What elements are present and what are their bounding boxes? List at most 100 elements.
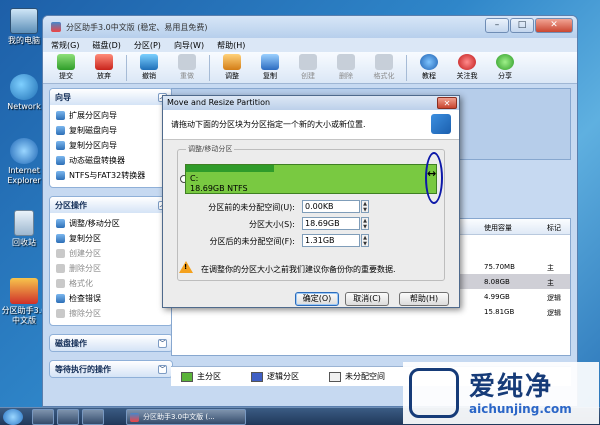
sidebar-item-label: 动态磁盘转换器	[69, 156, 125, 165]
redo-label: 重做	[180, 72, 194, 80]
copy-button[interactable]: 复制	[251, 54, 289, 81]
sidebar-item-ntfs-fat32[interactable]: NTFS与FAT32转换器	[56, 168, 166, 183]
menu-wizard[interactable]: 向导(W)	[174, 40, 204, 51]
maximize-button[interactable]: □	[510, 18, 534, 33]
disk-ops-panel-header[interactable]: 磁盘操作 ﹀	[50, 335, 172, 351]
cell-status: 系统	[577, 278, 578, 298]
taskbar-explorer-button[interactable]	[57, 409, 79, 425]
help-button[interactable]: 帮助(H)	[399, 292, 449, 306]
menu-partition[interactable]: 分区(P)	[134, 40, 161, 51]
column-header-used[interactable]: 使用容量	[484, 223, 512, 233]
sidebar-item-extend-wizard[interactable]: 扩展分区向导	[56, 108, 166, 123]
column-header-status[interactable]: 状态	[577, 223, 578, 243]
tutorial-icon	[420, 54, 438, 70]
menu-disk[interactable]: 磁盘(D)	[92, 40, 120, 51]
legend-label: 逻辑分区	[267, 372, 299, 381]
sidebar-item-label: 格式化	[69, 279, 93, 288]
desktop-icon-my-computer[interactable]: 我的电脑	[0, 8, 48, 46]
sidebar-item-copy-partition-wizard[interactable]: 复制分区向导	[56, 138, 166, 153]
menu-general[interactable]: 常规(G)	[51, 40, 79, 51]
desktop-icon-label: 分区助手3.0中文版	[1, 306, 47, 325]
start-button[interactable]	[3, 409, 23, 425]
cancel-button[interactable]: 取消(C)	[345, 292, 389, 306]
unalloc-before-spinner[interactable]: ▲ ▼	[361, 200, 369, 213]
taskbar-media-button[interactable]	[82, 409, 104, 425]
resize-arrow-icon[interactable]: ↔	[427, 167, 436, 180]
group-label: 调整/移动分区	[186, 144, 235, 154]
close-window-button[interactable]: ✕	[535, 18, 573, 33]
tutorial-button[interactable]: 教程	[410, 54, 448, 81]
partition-desc: 18.69GB NTFS	[190, 184, 248, 193]
delete-button[interactable]: 删除	[327, 54, 365, 81]
redo-icon	[178, 54, 196, 70]
undo-button[interactable]: 撤销	[130, 54, 168, 81]
cell-used: 75.70MB	[484, 263, 515, 271]
create-label: 创建	[301, 72, 315, 80]
commit-button[interactable]: 提交	[47, 54, 85, 81]
sidebar-item-wipe-partition[interactable]: 擦除分区	[56, 306, 166, 321]
pending-ops-panel-header[interactable]: 等待执行的操作 ﹀	[50, 361, 172, 377]
sidebar-item-dynamic-disk[interactable]: 动态磁盘转换器	[56, 153, 166, 168]
app-title: 分区助手3.0中文版 (稳定、易用且免费)	[66, 22, 208, 32]
chevron-down-icon[interactable]: ﹀	[158, 338, 167, 348]
desktop-icon-label: Network	[7, 102, 41, 111]
cell-used: 8.08GB	[484, 278, 510, 286]
desktop-icon-recycle-bin[interactable]: 回收站	[0, 210, 48, 248]
partition-size-input[interactable]: 18.69GB	[302, 217, 360, 230]
sidebar-item-copy-partition[interactable]: 复制分区	[56, 231, 166, 246]
discard-icon	[95, 54, 113, 70]
sidebar-item-delete-partition[interactable]: 删除分区	[56, 261, 166, 276]
taskbar-ie-button[interactable]	[32, 409, 54, 425]
pending-ops-title: 等待执行的操作	[55, 364, 111, 374]
extend-icon	[56, 111, 65, 120]
partition-block[interactable]: C: 18.69GB NTFS	[185, 164, 437, 194]
create-button[interactable]: 创建	[289, 54, 327, 81]
redo-button[interactable]: 重做	[168, 54, 206, 81]
unalloc-after-input[interactable]: 1.31GB	[302, 234, 360, 247]
cell-status: 无	[577, 308, 578, 318]
legend-label: 主分区	[197, 372, 221, 381]
ok-button[interactable]: 确定(O)	[295, 292, 339, 306]
partition-ops-panel: 分区操作 ︿ 调整/移动分区 复制分区 创建分区 删除分区 格式化 检查错误 擦…	[49, 196, 173, 326]
partition-size-spinner[interactable]: ▲ ▼	[361, 217, 369, 230]
column-header-flag[interactable]: 标记	[547, 223, 561, 233]
unalloc-before-input[interactable]: 0.00KB	[302, 200, 360, 213]
unalloc-after-spinner[interactable]: ▲ ▼	[361, 234, 369, 247]
undo-icon	[140, 54, 158, 70]
resize-button[interactable]: 调整	[213, 54, 251, 81]
sidebar-item-format[interactable]: 格式化	[56, 276, 166, 291]
legend-logical: 逻辑分区	[251, 371, 299, 382]
menu-help[interactable]: 帮助(H)	[217, 40, 245, 51]
share-button[interactable]: 分享	[486, 54, 524, 81]
cell-flag: 主	[547, 279, 554, 287]
unalloc-before-label: 分区前的未分配空间(U):	[208, 203, 295, 212]
legend-swatch	[251, 371, 263, 382]
create-icon	[299, 54, 317, 70]
cell-flag: 逻辑	[547, 309, 561, 317]
sidebar-item-copy-disk-wizard[interactable]: 复制磁盘向导	[56, 123, 166, 138]
desktop-icon-network[interactable]: Network	[0, 74, 48, 112]
desktop-icon-ie[interactable]: Internet Explorer	[0, 138, 48, 186]
discard-button[interactable]: 放弃	[85, 54, 123, 81]
watermark-title: 爱纯净	[469, 372, 554, 402]
follow-button[interactable]: 关注我	[448, 54, 486, 81]
sidebar-item-create-partition[interactable]: 创建分区	[56, 246, 166, 261]
sidebar-item-resize-move[interactable]: 调整/移动分区	[56, 216, 166, 231]
disk-ops-title: 磁盘操作	[55, 338, 87, 348]
taskbar-task-partition-assistant[interactable]: 分区助手3.0中文版 (...	[126, 409, 246, 425]
sidebar-item-label: 复制磁盘向导	[69, 126, 117, 135]
dialog-title[interactable]: Move and Resize Partition	[163, 96, 459, 110]
wizard-panel-header[interactable]: 向导 ︿	[50, 89, 172, 105]
minimize-button[interactable]: –	[485, 18, 509, 33]
watermark-url: aichunjing.com	[469, 402, 572, 416]
warning-text: 在调整你的分区大小之前我们建议你备份你的重要数据.	[201, 265, 396, 274]
sidebar-item-check-errors[interactable]: 检查错误	[56, 291, 166, 306]
desktop-icon-partition-assistant[interactable]: 分区助手3.0中文版	[0, 278, 48, 326]
cell-status: 引导	[577, 263, 578, 283]
dialog-close-button[interactable]: ✕	[437, 97, 457, 109]
chevron-down-icon[interactable]: ﹀	[158, 364, 167, 374]
format-button[interactable]: 格式化	[365, 54, 403, 81]
wipe-icon	[56, 309, 65, 318]
partition-ops-panel-header[interactable]: 分区操作 ︿	[50, 197, 172, 213]
legend-swatch	[329, 371, 341, 382]
